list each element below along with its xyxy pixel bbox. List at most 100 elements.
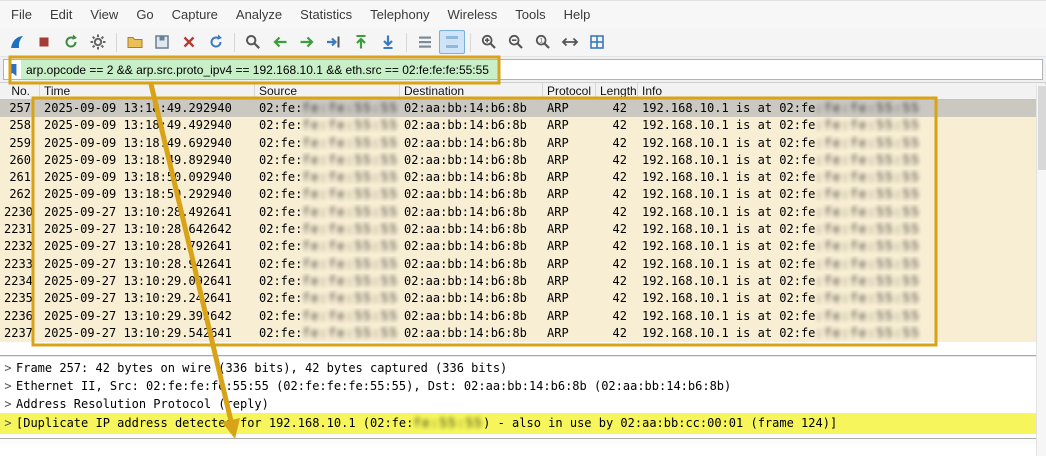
restart-capture-button[interactable] (58, 30, 84, 54)
start-capture-button[interactable] (4, 30, 30, 54)
reload-file-icon (210, 34, 222, 48)
menu-item-help[interactable]: Help (555, 3, 600, 26)
menu-item-view[interactable]: View (81, 3, 127, 26)
cell-proto: ARP (547, 256, 569, 271)
cell-proto: ARP (547, 101, 569, 115)
redacted-info-mac: :fe:fe:55:55 (815, 204, 921, 219)
cell-proto: ARP (547, 152, 569, 167)
redacted-source-mac: fe:fe:55:55 (302, 204, 399, 219)
expander-icon[interactable]: > (0, 359, 16, 377)
packet-row[interactable]: 262 2025-09-09 13:18:50.292940 02:fe:fe:fe… (0, 186, 1046, 204)
filter-bookmark-icon[interactable] (4, 60, 21, 79)
cell-time: 2025-09-09 13:18:49.492940 (44, 118, 232, 133)
cell-info: 192.168.10.1 is at 02:fe:fe:fe:55:55 (642, 291, 921, 306)
expander-icon[interactable]: > (0, 377, 16, 395)
go-first-packet-button[interactable] (348, 30, 374, 54)
cell-len: 42 (612, 291, 627, 306)
toolbar-separator (234, 32, 235, 52)
menu-item-telephony[interactable]: Telephony (361, 3, 438, 26)
column-header-length[interactable]: Length (596, 83, 638, 99)
detail-text: Frame 257: 42 bytes on wire (336 bits), … (16, 361, 508, 375)
colorize-packets-button[interactable] (439, 30, 465, 54)
cell-info: 192.168.10.1 is at 02:fe:fe:fe:55:55 (642, 118, 921, 133)
resize-columns-button[interactable] (557, 30, 583, 54)
column-header-no[interactable]: No. (0, 83, 40, 99)
find-packet-button[interactable] (240, 30, 266, 54)
column-header-protocol[interactable]: Protocol (543, 83, 596, 99)
auto-scroll-button[interactable] (412, 30, 438, 54)
menu-item-go[interactable]: Go (127, 3, 162, 26)
expander-icon[interactable]: > (0, 395, 16, 413)
open-capture-file-button[interactable] (122, 30, 148, 54)
detail-line[interactable]: > Frame 257: 42 bytes on wire (336 bits),… (0, 359, 1046, 377)
packet-row[interactable]: 259 2025-09-09 13:18:49.692940 02:fe:fe:fe… (0, 134, 1046, 152)
cell-dst: 02:aa:bb:14:b6:8b (404, 118, 527, 133)
menu-bar: File Edit View Go Capture Analyze Statistics Te… (0, 1, 1046, 28)
redacted-detail-mac: fe:55:55 (413, 416, 484, 430)
packet-row[interactable]: 2230 2025-09-27 13:10:28.492641 02:fe:fe:f… (0, 203, 1046, 222)
vertical-scrollbar[interactable] (1036, 85, 1046, 456)
display-grid-button[interactable] (584, 30, 610, 54)
cell-dst: 02:aa:bb:14:b6:8b (404, 325, 527, 340)
packet-row[interactable]: 2234 2025-09-27 13:10:29.092641 02:fe:fe:f… (0, 272, 1046, 291)
cell-dst: 02:aa:bb:14:b6:8b (404, 187, 527, 202)
packet-row[interactable]: 2236 2025-09-27 13:10:29.392642 02:fe:fe:f… (0, 307, 1046, 325)
packet-row[interactable]: 2237 2025-09-27 13:10:29.542641 02:fe:fe:f… (0, 324, 1046, 343)
menu-item-capture[interactable]: Capture (163, 3, 227, 26)
redacted-info-mac: :fe:fe:55:55 (815, 135, 921, 150)
cell-dst: 02:aa:bb:14:b6:8b (404, 170, 527, 185)
detail-line[interactable]: > Address Resolution Protocol (reply) (0, 395, 1046, 413)
reload-file-button[interactable] (203, 30, 229, 54)
expander-icon[interactable]: > (0, 413, 16, 434)
packet-row[interactable]: 257 2025-09-09 13:18:49.292940 02:fe:fe:fe… (0, 100, 1046, 118)
cell-dst: 02:aa:bb:14:b6:8b (404, 256, 527, 271)
menu-item-edit[interactable]: Edit (41, 3, 81, 26)
menu-item-statistics[interactable]: Statistics (291, 3, 361, 26)
duplicate-ip-warning[interactable]: > [Duplicate IP address detected for 192.… (0, 413, 1036, 434)
packet-row[interactable]: 2233 2025-09-27 13:10:28.942641 02:fe:fe:f… (0, 255, 1046, 273)
packet-row[interactable]: 260 2025-09-09 13:18:49.892940 02:fe:fe:fe… (0, 151, 1046, 170)
duplicate-warning-suffix: ) - also in use by 02:aa:bb:cc:00:01 (fr… (483, 416, 838, 430)
cell-time: 2025-09-27 13:10:29.242641 (44, 291, 232, 306)
redacted-info-mac: :fe:fe:55:55 (815, 222, 921, 237)
menu-item-file[interactable]: File (2, 3, 41, 26)
go-to-packet-button[interactable] (321, 30, 347, 54)
packet-row[interactable]: 2232 2025-09-27 13:10:28.792641 02:fe:fe:f… (0, 238, 1046, 256)
colorize-packets-icon (446, 36, 458, 48)
packet-row[interactable]: 258 2025-09-09 13:18:49.492940 02:fe:fe:fe… (0, 117, 1046, 135)
menu-item-analyze[interactable]: Analyze (227, 3, 291, 26)
packet-row[interactable]: 2231 2025-09-27 13:10:28.642642 02:fe:fe:f… (0, 221, 1046, 239)
cell-info: 192.168.10.1 is at 02:fe:fe:fe:55:55 (642, 273, 921, 288)
go-forward-button[interactable] (294, 30, 320, 54)
column-header-source[interactable]: Source (255, 83, 400, 99)
redacted-source-mac: fe:fe:55:55 (302, 256, 399, 271)
packet-row[interactable]: 2235 2025-09-27 13:10:29.242641 02:fe:fe:f… (0, 290, 1046, 308)
go-last-packet-button[interactable] (375, 30, 401, 54)
packet-row[interactable]: 261 2025-09-09 13:18:50.092940 02:fe:fe:fe… (0, 169, 1046, 187)
close-capture-file-button[interactable] (176, 30, 202, 54)
save-capture-file-button[interactable] (149, 30, 175, 54)
scrollbar-thumb[interactable] (1038, 86, 1046, 170)
column-header-destination[interactable]: Destination (400, 83, 543, 99)
menu-item-wireless[interactable]: Wireless (438, 3, 506, 26)
column-header-info[interactable]: Info (638, 83, 1046, 99)
go-back-button[interactable] (267, 30, 293, 54)
display-filter-input[interactable]: arp.opcode == 2 && arp.src.proto_ipv4 ==… (3, 59, 1043, 80)
redacted-info-mac: :fe:fe:55:55 (815, 291, 921, 306)
column-header-time[interactable]: Time (40, 83, 255, 99)
zoom-reset-icon: 1 (535, 34, 550, 49)
main-toolbar: 1 (0, 28, 1046, 57)
cell-no: 2232 (4, 239, 33, 254)
zoom-in-button[interactable] (476, 30, 502, 54)
redacted-source-mac: fe:fe:55:55 (302, 152, 399, 167)
capture-options-button[interactable] (85, 30, 111, 54)
zoom-out-button[interactable] (503, 30, 529, 54)
zoom-reset-button[interactable]: 1 (530, 30, 556, 54)
detail-line[interactable]: > Ethernet II, Src: 02:fe:fe:fe:55:55 (02… (0, 377, 1046, 395)
cell-dst: 02:aa:bb:14:b6:8b (404, 273, 527, 288)
stop-capture-button[interactable] (31, 30, 57, 54)
redacted-source-mac: fe:fe:55:55 (302, 291, 399, 306)
filter-bar: arp.opcode == 2 && arp.src.proto_ipv4 ==… (0, 57, 1046, 83)
go-to-packet-icon (327, 36, 340, 48)
menu-item-tools[interactable]: Tools (506, 3, 554, 26)
